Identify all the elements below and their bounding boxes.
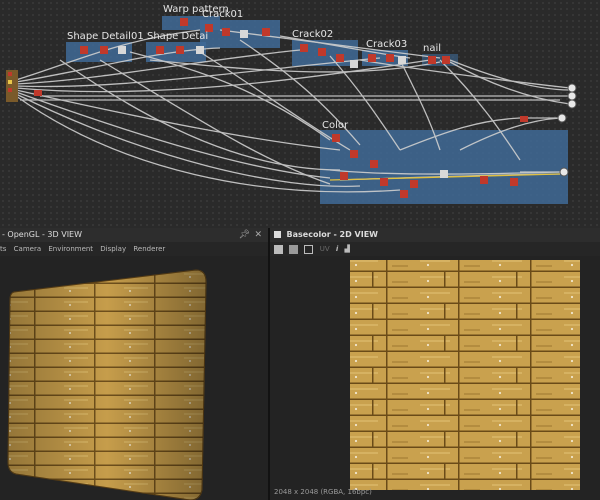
menu-item-ts[interactable]: ts	[0, 245, 6, 253]
save-icon[interactable]	[274, 244, 283, 254]
close-icon[interactable]: ✕	[254, 228, 262, 242]
histogram-icon[interactable]: ▟	[345, 245, 350, 253]
uv-toggle[interactable]: UV	[320, 245, 330, 253]
3d-shading-overlay	[8, 270, 206, 500]
menu-item-display[interactable]: Display	[100, 245, 126, 253]
node-graph[interactable]: Warp pattern Crack01 Shape Detail01 Shap…	[0, 0, 600, 228]
dual-view-icon[interactable]	[304, 244, 314, 254]
3d-view-panel[interactable]: - OpenGL - 3D VIEW 📌︎ ✕ ts Camera Enviro…	[0, 228, 268, 500]
info-icon[interactable]: i	[336, 245, 338, 253]
menu-item-renderer[interactable]: Renderer	[133, 245, 165, 253]
frame-label-crack03: Crack03	[366, 39, 408, 50]
3d-viewport[interactable]	[0, 256, 268, 500]
2d-view-panel[interactable]: Basecolor - 2D VIEW UV i ▟ 2048 x 2048 (…	[270, 228, 600, 500]
texture-seams	[350, 260, 580, 490]
menu-item-camera[interactable]: Camera	[14, 245, 41, 253]
texture-status: 2048 x 2048 (RGBA, 16bpc)	[274, 488, 372, 496]
3d-view-menu-bar: ts Camera Environment Display Renderer	[0, 242, 268, 256]
frame-label-shape-detail01: Shape Detail01	[67, 31, 144, 42]
2d-view-title: Basecolor - 2D VIEW	[286, 230, 378, 239]
2d-view-title-bar[interactable]: Basecolor - 2D VIEW	[270, 228, 600, 242]
frame-label-color: Color	[322, 120, 349, 131]
frame-label-shape-detail02: Shape Detai	[147, 31, 209, 42]
frame-label-crack01: Crack01	[202, 9, 244, 20]
2d-viewport[interactable]	[270, 256, 600, 500]
frame-label-crack02: Crack02	[292, 29, 334, 40]
viewports-area: - OpenGL - 3D VIEW 📌︎ ✕ ts Camera Enviro…	[0, 228, 600, 500]
frame-label-nail: nail	[423, 43, 442, 54]
3d-view-title: - OpenGL - 3D VIEW	[2, 230, 83, 239]
save-as-icon[interactable]	[289, 244, 299, 254]
menu-item-environment[interactable]: Environment	[48, 245, 93, 253]
grid-icon	[274, 231, 281, 238]
2d-view-toolbar: UV i ▟	[270, 242, 600, 256]
pin-icon[interactable]: 📌︎	[239, 228, 250, 242]
3d-view-title-bar[interactable]: - OpenGL - 3D VIEW 📌︎ ✕	[0, 228, 268, 242]
